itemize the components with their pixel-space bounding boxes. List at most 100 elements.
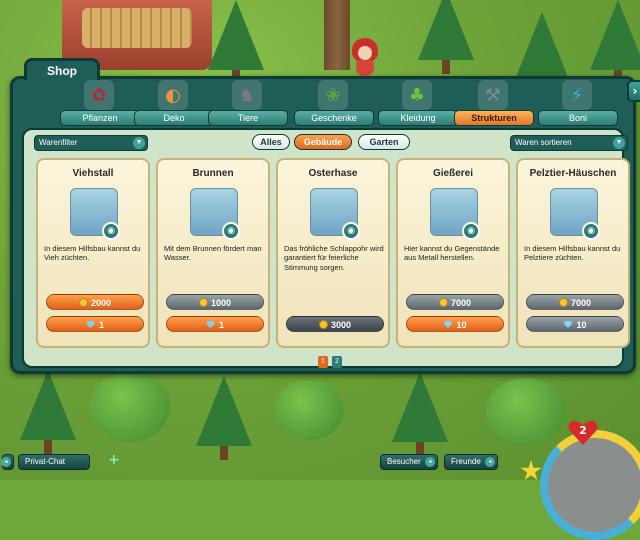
buy-with-coins-button[interactable]: 7000 [526, 294, 624, 310]
sort-goods-label: Waren sortieren [515, 138, 572, 147]
item-description: Das fröhliche Schlappohr wird garantiert… [284, 244, 384, 272]
pine-tree [392, 372, 448, 456]
pine-tree [208, 0, 264, 84]
buy-with-coins-button[interactable]: 3000 [286, 316, 384, 332]
gem-icon [563, 321, 573, 328]
shop-item-card[interactable]: Gießerei ◉ Hier kannst du Gegenstände aus … [396, 158, 510, 348]
tab-pflanzen[interactable]: ✿ Pflanzen [60, 78, 140, 126]
tab-label: Geschenke [294, 110, 374, 126]
gem-icon [85, 321, 95, 328]
donkey-icon: ♞ [232, 80, 262, 110]
tab-kleidung[interactable]: ♣ Kleidung [378, 78, 458, 126]
goods-filter-label: Warenfilter [39, 138, 78, 147]
eye-icon[interactable]: ◉ [342, 222, 360, 240]
item-title: Osterhase [308, 168, 358, 179]
item-title: Pelztier-Häuschen [529, 168, 617, 179]
subtab-alles[interactable]: Alles [252, 134, 290, 150]
gem-icon [443, 321, 453, 328]
chat-toggle-button[interactable]: ◂ [1, 454, 14, 470]
gem-price: 10 [456, 320, 467, 330]
friends-label: Freunde [451, 457, 481, 466]
bush [90, 372, 170, 442]
buy-with-gems-button[interactable]: 10 [406, 316, 504, 332]
gem-icon [205, 321, 215, 328]
buy-with-gems-button[interactable]: 10 [526, 316, 624, 332]
shop-item-card[interactable]: Osterhase ◉ Das fröhliche Schlappohr wird … [276, 158, 390, 348]
bush [486, 378, 566, 444]
player-level: 2 [579, 424, 587, 437]
tab-label: Pflanzen [60, 110, 140, 126]
item-description: Hier kannst du Gegenstände aus Metall he… [404, 244, 500, 263]
page-2-button[interactable]: 2 [332, 356, 342, 368]
eye-icon[interactable]: ◉ [462, 222, 480, 240]
tree-trunk [324, 0, 350, 70]
eye-icon[interactable]: ◉ [222, 222, 240, 240]
visitors-button[interactable]: Besucher ◂ [380, 454, 438, 470]
buy-with-coins-button[interactable]: 2000 [46, 294, 144, 310]
buy-with-coins-button[interactable]: 1000 [166, 294, 264, 310]
coin-price: 7000 [450, 298, 472, 308]
item-description: In diesem Hilfsbau kannst du Vieh züchte… [44, 244, 141, 263]
coin-icon [78, 298, 88, 307]
coin-icon [438, 298, 448, 307]
tab-label: Strukturen [454, 110, 534, 126]
chevron-down-icon: ▼ [133, 137, 145, 149]
tab-strukturen[interactable]: ⚒ Strukturen [454, 78, 534, 126]
chevron-down-icon: ▼ [613, 137, 625, 149]
coin-price: 1000 [210, 298, 232, 308]
bush [274, 380, 344, 440]
subtab-garten[interactable]: Garten [358, 134, 410, 150]
item-title: Viehstall [72, 168, 114, 179]
item-description: Mit dem Brunnen fördert man Wasser. [164, 244, 262, 263]
pine-tree [590, 0, 640, 84]
item-description: In diesem Hilfsbau kannst du Pelztiere z… [524, 244, 621, 263]
chevron-icon: ◂ [1, 457, 11, 467]
player-avatar[interactable] [350, 38, 380, 78]
coin-price: 3000 [330, 320, 352, 330]
tab-deko[interactable]: ◐ Deko [134, 78, 214, 126]
chevron-icon: ◂ [425, 457, 435, 467]
tab-label: Kleidung [378, 110, 458, 126]
eye-icon[interactable]: ◉ [102, 222, 120, 240]
gem-price: 1 [218, 320, 224, 330]
heart-icon: 2 [568, 418, 598, 446]
tab-tiere[interactable]: ♞ Tiere [208, 78, 288, 126]
tab-label: Boni [538, 110, 618, 126]
coin-icon [318, 320, 328, 329]
shop-item-card[interactable]: Viehstall ◉ In diesem Hilfsbau kannst du V… [36, 158, 150, 348]
close-button[interactable]: › [627, 80, 640, 102]
eye-icon[interactable]: ◉ [582, 222, 600, 240]
shop-item-card[interactable]: Brunnen ◉ Mit dem Brunnen fördert man Wass… [156, 158, 270, 348]
visitors-label: Besucher [387, 457, 421, 466]
tab-geschenke[interactable]: ❀ Geschenke [294, 78, 374, 126]
pine-tree [514, 12, 570, 96]
private-chat-label: Privat-Chat [25, 457, 66, 466]
page-1-button[interactable]: 1 [318, 356, 328, 368]
coin-icon [198, 298, 208, 307]
tab-label: Tiere [208, 110, 288, 126]
chevron-icon: ◂ [485, 457, 495, 467]
subtab-gebaeude[interactable]: Gebäude [294, 134, 352, 150]
friends-button[interactable]: Freunde ◂ [444, 454, 498, 470]
lightning-icon: ⚡ [562, 80, 592, 110]
private-chat-button[interactable]: Privat-Chat [18, 454, 90, 470]
gem-price: 1 [98, 320, 104, 330]
shop-title: Shop [24, 58, 100, 80]
tshirt-icon: ♣ [402, 80, 432, 110]
gift-card-icon: ❀ [318, 80, 348, 110]
buy-with-coins-button[interactable]: 7000 [406, 294, 504, 310]
goods-filter-dropdown[interactable]: Warenfilter ▼ [34, 135, 148, 151]
buy-with-gems-button[interactable]: 1 [46, 316, 144, 332]
structure-tools-icon: ⚒ [478, 80, 508, 110]
gem-price: 10 [576, 320, 587, 330]
shop-item-card[interactable]: Pelztier-Häuschen ◉ In diesem Hilfsbau kan… [516, 158, 630, 348]
player-portrait-ring[interactable] [540, 430, 640, 540]
add-icon[interactable]: + [108, 452, 120, 468]
pine-tree [418, 0, 474, 74]
buy-with-gems-button[interactable]: 1 [166, 316, 264, 332]
coin-icon [558, 298, 568, 307]
flower-bouquet-icon: ✿ [84, 80, 114, 110]
tab-label: Deko [134, 110, 214, 126]
tab-boni[interactable]: ⚡ Boni [538, 78, 618, 126]
sort-goods-dropdown[interactable]: Waren sortieren ▼ [510, 135, 628, 151]
